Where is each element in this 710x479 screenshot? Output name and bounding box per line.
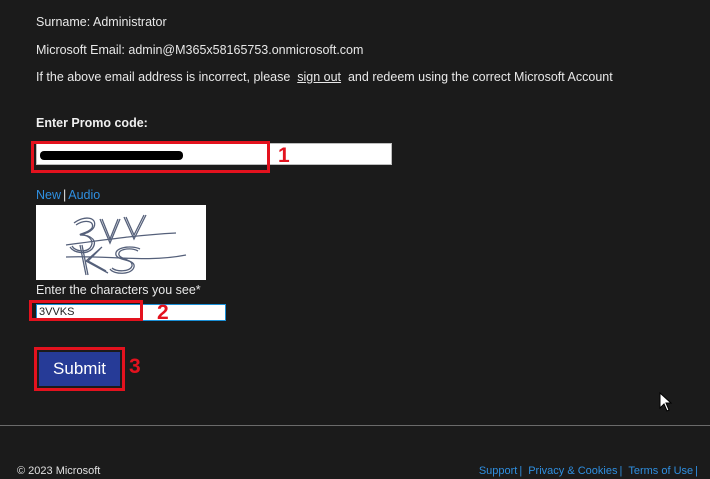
incorrect-prefix: If the above email address is incorrect,…	[36, 70, 291, 84]
captcha-image	[36, 205, 206, 280]
footer-divider	[0, 425, 710, 426]
cut-off-heading	[36, 0, 40, 5]
email-value: admin@M365x58165753.onmicrosoft.com	[128, 43, 364, 57]
captcha-audio-link[interactable]: Audio	[68, 188, 100, 202]
footer-link-terms[interactable]: Terms of Use	[628, 465, 693, 477]
footer-separator: |	[619, 465, 623, 477]
footer-link-privacy[interactable]: Privacy & Cookies	[528, 465, 617, 477]
footer-links: Support | Privacy & Cookies | Terms of Use |	[479, 465, 704, 477]
step-number-2: 2	[157, 301, 169, 324]
surname-row: Surname: Administrator	[36, 15, 167, 29]
surname-value: Administrator	[93, 15, 167, 29]
promo-code-label: Enter Promo code:	[36, 116, 148, 130]
captcha-input-label: Enter the characters you see*	[36, 283, 201, 297]
sign-out-link[interactable]: sign out	[297, 70, 341, 84]
captcha-distorted-text	[65, 214, 187, 276]
copyright: © 2023 Microsoft	[17, 465, 101, 477]
footer-separator: |	[695, 465, 698, 477]
footer-separator: |	[519, 465, 523, 477]
highlight-box-promo	[31, 141, 270, 173]
incorrect-suffix: and redeem using the correct Microsoft A…	[347, 70, 613, 84]
email-row: Microsoft Email: admin@M365x58165753.onm…	[36, 43, 363, 57]
mouse-pointer-icon	[659, 392, 673, 412]
captcha-links: New | Audio	[36, 188, 100, 202]
surname-label: Surname:	[36, 15, 91, 29]
captcha-new-link[interactable]: New	[36, 188, 61, 202]
step-number-1: 1	[278, 144, 290, 167]
step-number-3: 3	[129, 355, 141, 378]
highlight-box-captcha	[29, 300, 143, 321]
incorrect-email-notice: If the above email address is incorrect,…	[36, 70, 613, 84]
email-label: Microsoft Email:	[36, 43, 125, 57]
highlight-box-submit	[34, 347, 125, 391]
footer-link-support[interactable]: Support	[479, 465, 518, 477]
